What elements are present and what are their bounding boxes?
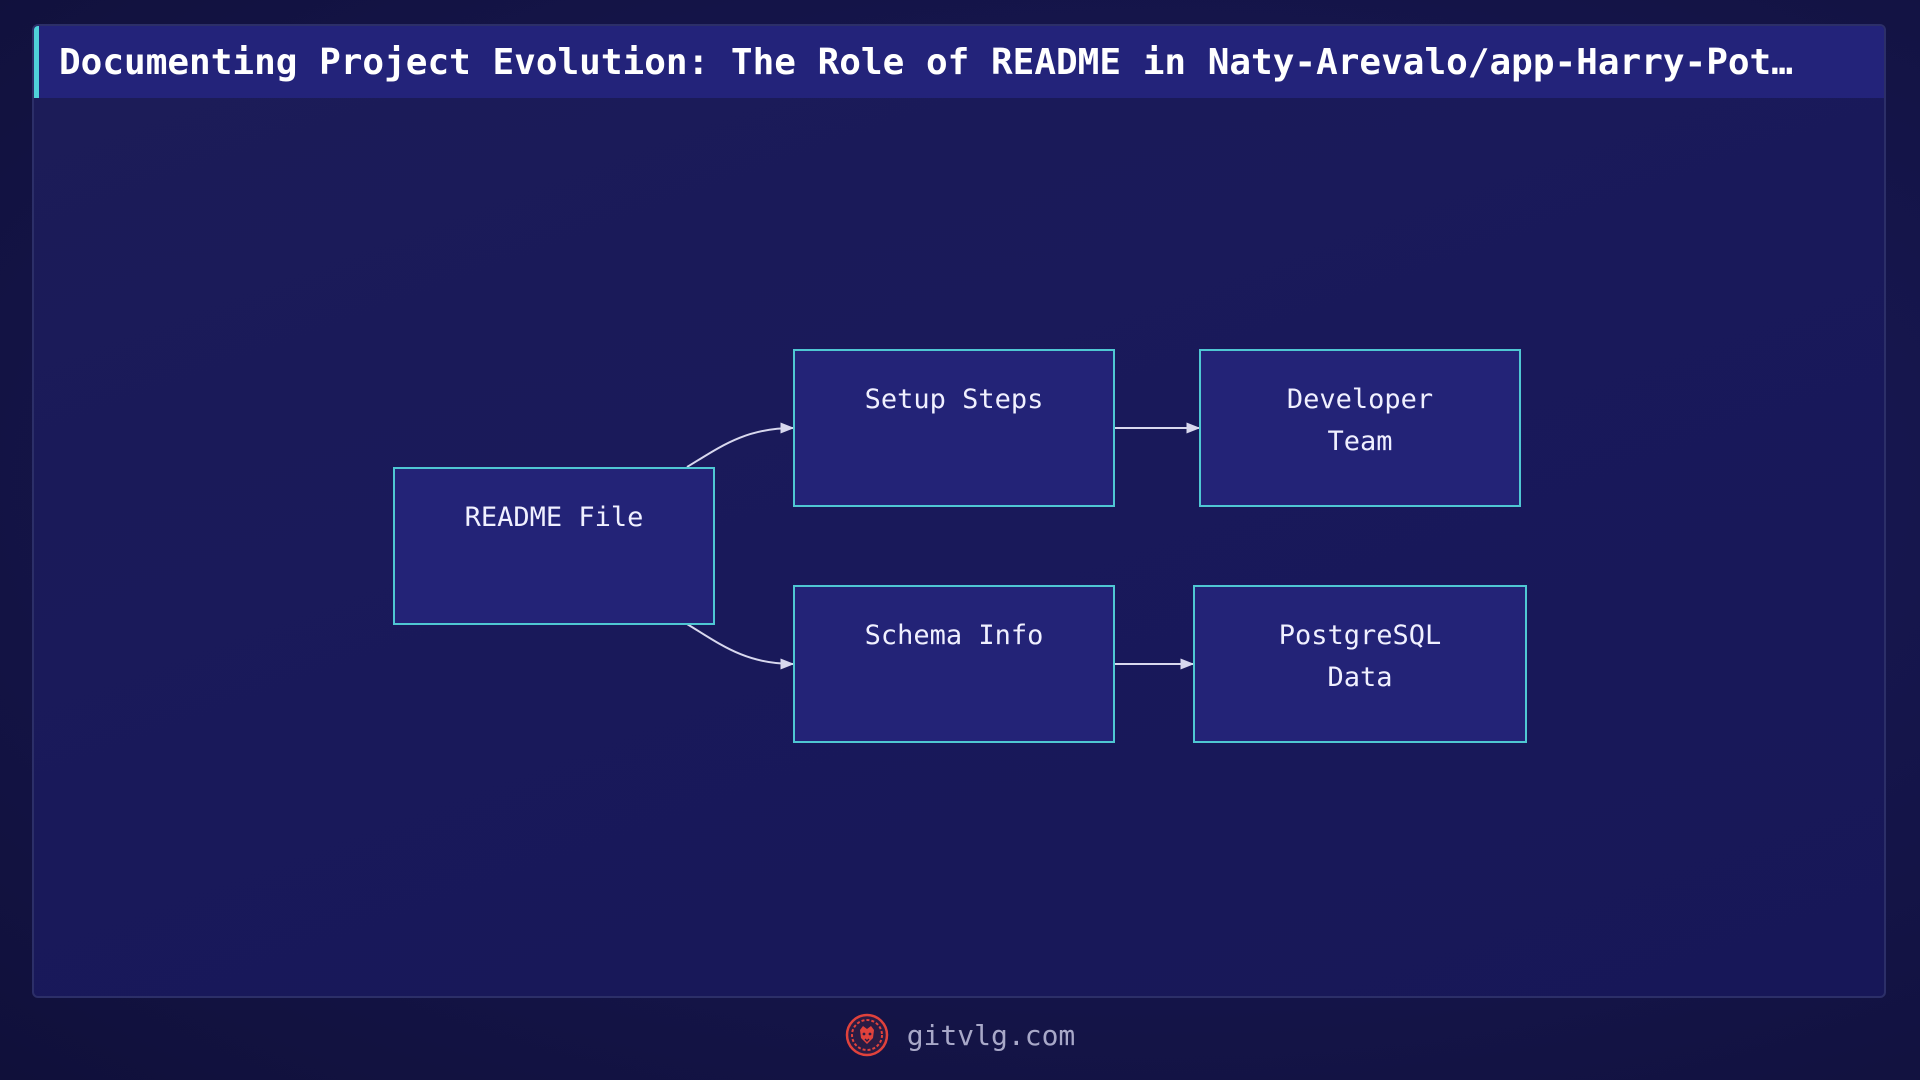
diagram-connectors <box>686 422 1201 670</box>
node-setup-steps: Setup Steps <box>793 349 1115 507</box>
node-developer-team-label-line1: Developer <box>1286 384 1434 415</box>
node-developer-team-label-line2: Team <box>1327 426 1393 457</box>
node-readme-file: README File <box>393 467 715 625</box>
node-schema-info: Schema Info <box>793 585 1115 743</box>
lion-head-icon <box>845 1013 888 1057</box>
node-developer-team: Developer Team <box>1199 349 1521 507</box>
node-postgresql-data-label-line2: Data <box>1327 662 1393 693</box>
node-postgresql-data-label-line1: PostgreSQL <box>1278 620 1442 651</box>
node-schema-info-label: Schema Info <box>864 620 1044 651</box>
edge-readme-schema <box>686 623 795 670</box>
node-readme-file-label: README File <box>464 502 644 533</box>
footer-site-link[interactable]: gitvlg.com <box>907 1019 1076 1052</box>
edge-readme-setup <box>686 422 795 468</box>
footer: gitvlg.com <box>0 1010 1920 1060</box>
node-setup-steps-label: Setup Steps <box>864 384 1044 415</box>
node-postgresql-data: PostgreSQL Data <box>1193 585 1527 743</box>
